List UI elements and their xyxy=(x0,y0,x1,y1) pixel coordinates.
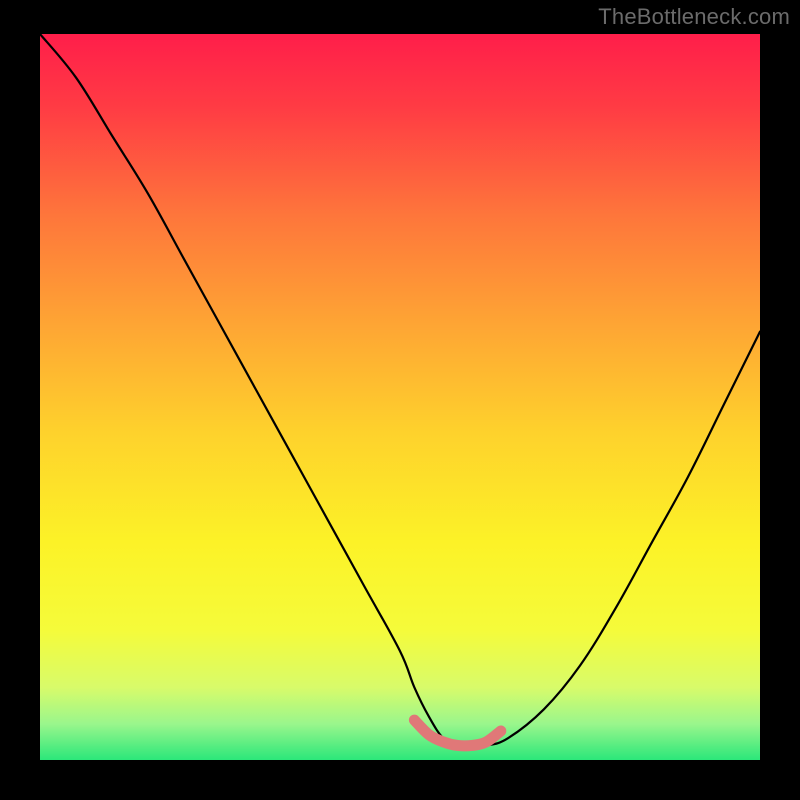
plot-area xyxy=(40,34,760,760)
black-curve xyxy=(40,34,760,746)
chart-frame: TheBottleneck.com xyxy=(0,0,800,800)
watermark-label: TheBottleneck.com xyxy=(598,4,790,30)
pink-segment xyxy=(414,720,500,746)
curve-layer xyxy=(40,34,760,760)
